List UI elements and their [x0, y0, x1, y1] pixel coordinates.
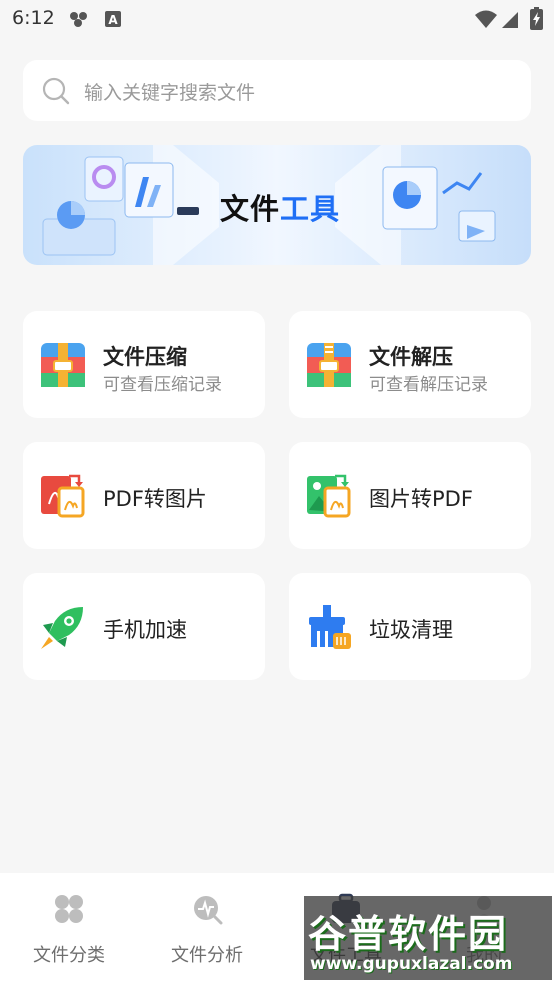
card-title: 垃圾清理 [369, 618, 453, 642]
a-notification-icon: A [105, 11, 121, 27]
pdf-to-image-icon [41, 474, 85, 518]
nav-tab-file-analysis[interactable]: 文件分析 [138, 873, 276, 984]
watermark: 谷普软件园 www.gupuxlazal.com [304, 896, 552, 980]
search-bar[interactable]: 输入关键字搜索文件 [23, 60, 531, 121]
card-title: 文件解压 [369, 345, 453, 369]
watermark-text: 谷普软件园 [308, 912, 509, 956]
banner-title-part2: 工具 [280, 192, 341, 226]
card-title: PDF转图片 [103, 487, 207, 511]
junk-clean-card[interactable]: 垃圾清理 [289, 573, 531, 680]
wifi-icon [475, 10, 497, 28]
card-title: 手机加速 [103, 618, 187, 642]
card-title: 图片转PDF [369, 487, 473, 511]
image-to-pdf-card[interactable]: 图片转PDF [289, 442, 531, 549]
phone-boost-card[interactable]: 手机加速 [23, 573, 265, 680]
file-compress-card[interactable]: 文件压缩 可查看压缩记录 [23, 311, 265, 418]
watermark-url: www.gupuxlazal.com [310, 954, 513, 974]
image-to-pdf-icon [307, 474, 351, 518]
notification-icon [70, 12, 87, 27]
svg-text:A: A [108, 13, 118, 27]
banner-title: 文件工具 [220, 186, 340, 228]
broom-icon [309, 605, 351, 649]
battery-icon [530, 7, 543, 30]
file-extract-card[interactable]: 文件解压 可查看解压记录 [289, 311, 531, 418]
nav-label: 文件分析 [171, 945, 243, 966]
card-title: 文件压缩 [103, 345, 187, 369]
banner-title-part1: 文件 [220, 192, 281, 226]
status-bar: 6:12 A [0, 0, 554, 38]
search-placeholder[interactable]: 输入关键字搜索文件 [84, 78, 255, 105]
zip-extract-icon [307, 343, 351, 387]
rocket-icon [41, 607, 83, 649]
nav-tab-file-category[interactable]: 文件分类 [0, 873, 138, 984]
signal-icon [502, 12, 518, 28]
analysis-icon [194, 896, 223, 925]
status-time: 6:12 [12, 7, 55, 29]
zip-compress-icon [41, 343, 85, 387]
grid-icon [55, 895, 83, 923]
nav-label: 文件分类 [33, 945, 105, 966]
file-tools-banner: 文件工具 [23, 145, 531, 265]
card-subtitle: 可查看解压记录 [369, 375, 488, 395]
search-icon [42, 77, 70, 105]
pdf-to-image-card[interactable]: PDF转图片 [23, 442, 265, 549]
card-subtitle: 可查看压缩记录 [103, 375, 222, 395]
